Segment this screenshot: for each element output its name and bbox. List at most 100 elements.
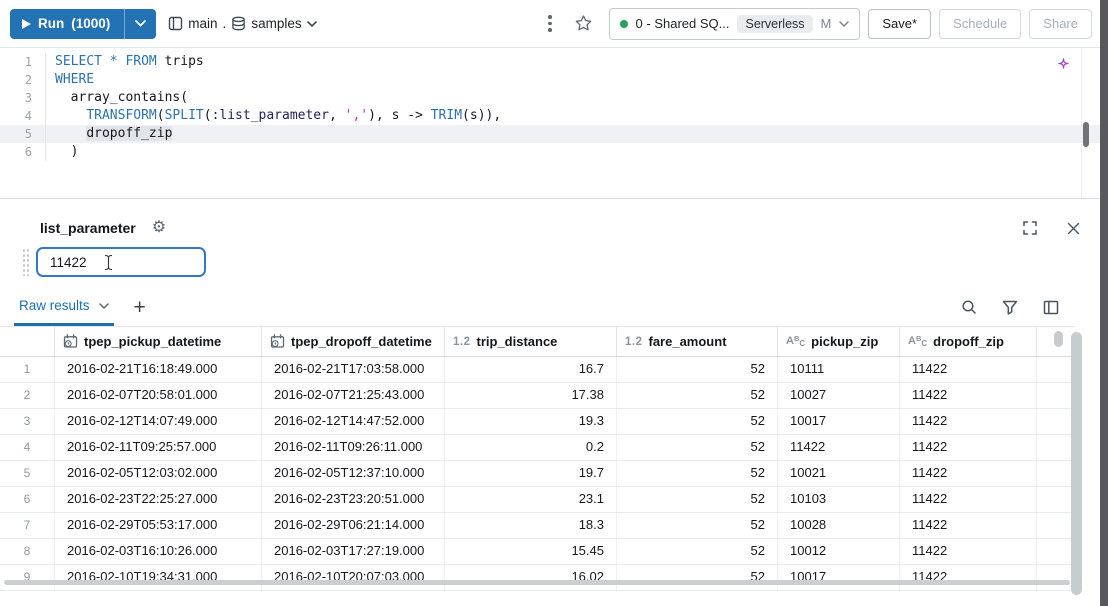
table-row[interactable]: 52016-02-05T12:03:02.0002016-02-05T12:37…: [0, 461, 1075, 487]
cell-tpep_pickup_datetime[interactable]: 2016-02-03T16:10:26.000: [55, 539, 262, 564]
cell-pickup_zip[interactable]: 10017: [778, 409, 900, 434]
column-header-tpep_dropoff_datetime[interactable]: tpep_dropoff_datetime: [262, 327, 445, 356]
cell-pickup_zip[interactable]: 11422: [778, 435, 900, 460]
cell-tpep_pickup_datetime[interactable]: 2016-02-07T20:58:01.000: [55, 383, 262, 408]
cell-tpep_dropoff_datetime[interactable]: 2016-02-29T06:21:14.000: [262, 513, 445, 538]
cell-trip_distance[interactable]: 0.2: [445, 435, 617, 460]
close-panel-icon[interactable]: [1063, 218, 1084, 239]
cell-tpep_dropoff_datetime[interactable]: 2016-02-12T14:47:52.000: [262, 409, 445, 434]
share-button[interactable]: Share: [1029, 9, 1092, 39]
cell-fare_amount[interactable]: 52: [617, 487, 778, 512]
table-row[interactable]: 72016-02-29T05:53:17.0002016-02-29T06:21…: [0, 513, 1075, 539]
cell-dropoff_zip[interactable]: 11422: [900, 565, 1037, 590]
column-header-dropoff_zip[interactable]: ABCdropoff_zip: [900, 327, 1037, 356]
table-row[interactable]: 12016-02-21T16:18:49.0002016-02-21T17:03…: [0, 357, 1075, 383]
cell-trip_distance[interactable]: 16.7: [445, 357, 617, 382]
cell-tpep_pickup_datetime[interactable]: 2016-02-10T19:34:31.000: [55, 565, 262, 590]
table-row[interactable]: 102016-02-14T15:43:47.0002016-02-14T16:3…: [0, 591, 1075, 592]
cell-pickup_zip[interactable]: 10171: [778, 591, 900, 592]
cell-fare_amount[interactable]: 52: [617, 565, 778, 590]
cell-dropoff_zip[interactable]: 11422: [900, 487, 1037, 512]
sql-editor[interactable]: 1SELECT * FROM trips2WHERE3 array_contai…: [0, 48, 1100, 198]
filter-icon[interactable]: [1000, 297, 1020, 317]
cell-tpep_dropoff_datetime[interactable]: 2016-02-14T16:30:24.000: [262, 591, 445, 592]
cell-pickup_zip[interactable]: 10027: [778, 383, 900, 408]
cell-pickup_zip[interactable]: 10028: [778, 513, 900, 538]
column-header-pickup_zip[interactable]: ABCpickup_zip: [778, 327, 900, 356]
add-tab-button[interactable]: +: [130, 297, 150, 318]
cell-dropoff_zip[interactable]: 11422: [900, 409, 1037, 434]
cell-fare_amount[interactable]: 52: [617, 409, 778, 434]
table-row[interactable]: 22016-02-07T20:58:01.0002016-02-07T21:25…: [0, 383, 1075, 409]
code-line[interactable]: 6 ): [0, 143, 1100, 161]
cell-trip_distance[interactable]: 16.02: [445, 565, 617, 590]
cell-tpep_dropoff_datetime[interactable]: 2016-02-07T21:25:43.000: [262, 383, 445, 408]
cell-trip_distance[interactable]: 18.3: [445, 513, 617, 538]
code-line[interactable]: 2WHERE: [0, 71, 1100, 89]
gear-icon[interactable]: ⚙: [152, 220, 166, 236]
columns-panel-icon[interactable]: [1041, 297, 1061, 317]
cell-trip_distance[interactable]: 19.7: [445, 461, 617, 486]
cell-dropoff_zip[interactable]: 11422: [900, 513, 1037, 538]
cell-fare_amount[interactable]: 52: [617, 357, 778, 382]
table-row[interactable]: 82016-02-03T16:10:26.0002016-02-03T17:27…: [0, 539, 1075, 565]
cell-tpep_dropoff_datetime[interactable]: 2016-02-05T12:37:10.000: [262, 461, 445, 486]
cell-tpep_dropoff_datetime[interactable]: 2016-02-21T17:03:58.000: [262, 357, 445, 382]
editor-scrollbar-thumb[interactable]: [1083, 122, 1089, 147]
save-button[interactable]: Save*: [868, 9, 931, 39]
cell-pickup_zip[interactable]: 10017: [778, 565, 900, 590]
schedule-button[interactable]: Schedule: [939, 9, 1021, 39]
cell-tpep_pickup_datetime[interactable]: 2016-02-11T09:25:57.000: [55, 435, 262, 460]
cell-fare_amount[interactable]: 52: [617, 591, 778, 592]
cell-trip_distance[interactable]: 19.3: [445, 409, 617, 434]
catalog-schema-selector[interactable]: main . samples: [168, 16, 316, 31]
cell-fare_amount[interactable]: 52: [617, 461, 778, 486]
column-header-fare_amount[interactable]: 1.2fare_amount: [617, 327, 778, 356]
scroll-indicator[interactable]: [1054, 331, 1063, 347]
search-results-icon[interactable]: [959, 297, 979, 317]
column-header-tpep_pickup_datetime[interactable]: tpep_pickup_datetime: [55, 327, 262, 356]
cell-dropoff_zip[interactable]: 11422: [900, 461, 1037, 486]
code-line[interactable]: 4 TRANSFORM(SPLIT(:list_parameter, ','),…: [0, 107, 1100, 125]
cell-trip_distance[interactable]: 15.45: [445, 539, 617, 564]
parameter-value-input[interactable]: [36, 247, 206, 277]
cell-pickup_zip[interactable]: 10103: [778, 487, 900, 512]
cell-pickup_zip[interactable]: 10012: [778, 539, 900, 564]
assistant-sparkle-icon[interactable]: [1055, 55, 1072, 72]
run-options-button[interactable]: [124, 9, 156, 39]
editor-scrollbar[interactable]: [1081, 48, 1090, 198]
cell-tpep_dropoff_datetime[interactable]: 2016-02-23T23:20:51.000: [262, 487, 445, 512]
tab-raw-results[interactable]: Raw results: [14, 288, 114, 326]
column-header-trip_distance[interactable]: 1.2trip_distance: [445, 327, 617, 356]
cell-fare_amount[interactable]: 52: [617, 383, 778, 408]
cell-dropoff_zip[interactable]: 11422: [900, 383, 1037, 408]
horizontal-scrollbar[interactable]: [4, 580, 1070, 585]
cell-tpep_pickup_datetime[interactable]: 2016-02-12T14:07:49.000: [55, 409, 262, 434]
cell-tpep_pickup_datetime[interactable]: 2016-02-05T12:03:02.000: [55, 461, 262, 486]
cell-tpep_pickup_datetime[interactable]: 2016-02-23T22:25:27.000: [55, 487, 262, 512]
cell-trip_distance[interactable]: 15.78: [445, 591, 617, 592]
vertical-scrollbar[interactable]: [1071, 332, 1082, 595]
cell-fare_amount[interactable]: 52: [617, 435, 778, 460]
cell-fare_amount[interactable]: 52: [617, 513, 778, 538]
warehouse-selector[interactable]: 0 - Shared SQ... Serverless M: [609, 8, 861, 40]
cell-pickup_zip[interactable]: 10021: [778, 461, 900, 486]
code-area[interactable]: 1SELECT * FROM trips2WHERE3 array_contai…: [0, 53, 1100, 161]
cell-dropoff_zip[interactable]: 11422: [900, 357, 1037, 382]
cell-pickup_zip[interactable]: 10111: [778, 357, 900, 382]
cell-dropoff_zip[interactable]: 11422: [900, 435, 1037, 460]
cell-tpep_dropoff_datetime[interactable]: 2016-02-03T17:27:19.000: [262, 539, 445, 564]
code-line[interactable]: 3 array_contains(: [0, 89, 1100, 107]
cell-tpep_pickup_datetime[interactable]: 2016-02-14T15:43:47.000: [55, 591, 262, 592]
code-line[interactable]: 1SELECT * FROM trips: [0, 53, 1100, 71]
table-row[interactable]: 32016-02-12T14:07:49.0002016-02-12T14:47…: [0, 409, 1075, 435]
cell-tpep_dropoff_datetime[interactable]: 2016-02-11T09:26:11.000: [262, 435, 445, 460]
drag-handle[interactable]: [22, 248, 30, 276]
cell-tpep_pickup_datetime[interactable]: 2016-02-21T16:18:49.000: [55, 357, 262, 382]
cell-trip_distance[interactable]: 23.1: [445, 487, 617, 512]
cell-dropoff_zip[interactable]: 11422: [900, 539, 1037, 564]
table-row[interactable]: 92016-02-10T19:34:31.0002016-02-10T20:07…: [0, 565, 1075, 591]
cell-tpep_pickup_datetime[interactable]: 2016-02-29T05:53:17.000: [55, 513, 262, 538]
results-table[interactable]: tpep_pickup_datetimetpep_dropoff_datetim…: [0, 327, 1075, 592]
cell-trip_distance[interactable]: 17.38: [445, 383, 617, 408]
